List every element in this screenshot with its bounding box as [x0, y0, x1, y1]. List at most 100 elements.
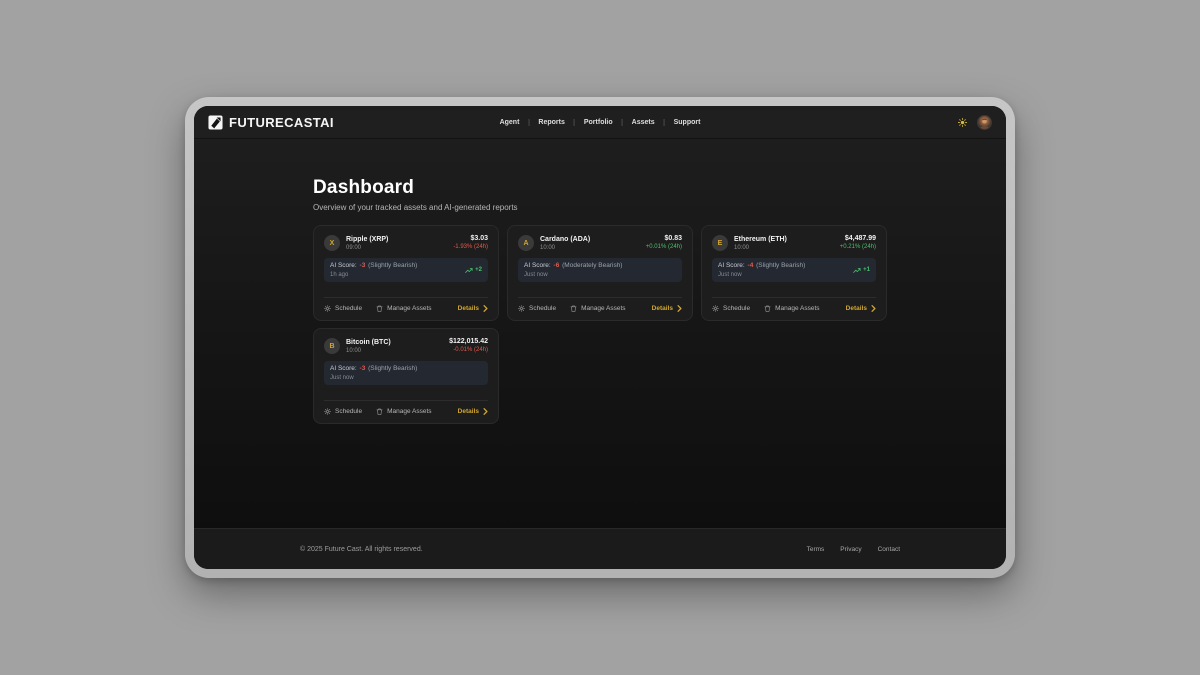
- asset-change: +0.21% (24h): [840, 244, 876, 250]
- manage-assets-button[interactable]: Manage Assets: [376, 408, 431, 415]
- gear-icon: [712, 305, 719, 312]
- browser-window: FUTURECASTAI Agent Reports Portfolio Ass…: [185, 97, 1015, 578]
- ai-score-panel: AI Score: -4 (Slightly Bearish) Just now: [712, 258, 876, 282]
- asset-card-ripple: X Ripple (XRP) 09:00 $3.03 -1.93% (24h): [313, 225, 499, 321]
- asset-name: Bitcoin (BTC): [346, 339, 391, 346]
- asset-card-ethereum: E Ethereum (ETH) 10:00 $4,487.99 +0.21% …: [701, 225, 887, 321]
- trend-delta: +2: [475, 267, 482, 273]
- ai-score-sentiment: (Slightly Bearish): [368, 365, 417, 372]
- card-actions: Schedule Manage Assets: [324, 400, 488, 415]
- ai-score-value: -3: [360, 365, 366, 372]
- main-content: Dashboard Overview of your tracked asset…: [194, 139, 1006, 528]
- ai-score-value: -3: [360, 262, 366, 269]
- ai-score-panel: AI Score: -6 (Moderately Bearish) Just n…: [518, 258, 682, 282]
- gear-icon: [518, 305, 525, 312]
- asset-time: 10:00: [540, 245, 590, 251]
- manage-assets-button[interactable]: Manage Assets: [764, 305, 819, 312]
- user-avatar[interactable]: [977, 115, 992, 130]
- asset-price: $3.03: [453, 235, 488, 242]
- nav-item-agent[interactable]: Agent: [491, 119, 529, 126]
- schedule-button[interactable]: Schedule: [712, 305, 750, 312]
- asset-time: 10:00: [346, 348, 391, 354]
- app-header: FUTURECASTAI Agent Reports Portfolio Ass…: [194, 106, 1006, 139]
- app-footer: © 2025 Future Cast. All rights reserved.…: [194, 528, 1006, 569]
- asset-change: -1.93% (24h): [453, 244, 488, 250]
- trend-badge: +2: [465, 267, 482, 274]
- gear-icon: [324, 305, 331, 312]
- trend-badge: +1: [853, 267, 870, 274]
- asset-letter-badge: X: [324, 235, 340, 251]
- gear-icon: [324, 408, 331, 415]
- ai-score-sentiment: (Moderately Bearish): [562, 262, 622, 269]
- theme-toggle-button[interactable]: [958, 118, 967, 127]
- nav-item-reports[interactable]: Reports: [528, 119, 573, 126]
- ai-score-panel: AI Score: -3 (Slightly Bearish) 1h ago: [324, 258, 488, 282]
- asset-name: Ethereum (ETH): [734, 236, 787, 243]
- asset-letter-badge: E: [712, 235, 728, 251]
- chevron-right-icon: [871, 305, 876, 312]
- chevron-right-icon: [483, 408, 488, 415]
- schedule-button[interactable]: Schedule: [324, 305, 362, 312]
- schedule-button[interactable]: Schedule: [324, 408, 362, 415]
- ai-score-updated: Just now: [524, 272, 622, 278]
- footer-link-privacy[interactable]: Privacy: [840, 546, 861, 553]
- card-actions: Schedule Manage Assets: [324, 297, 488, 312]
- trash-icon: [570, 305, 577, 312]
- asset-price: $122,015.42: [449, 338, 488, 345]
- asset-name: Ripple (XRP): [346, 236, 388, 243]
- details-button[interactable]: Details: [846, 305, 876, 312]
- trending-up-icon: [853, 267, 861, 274]
- asset-change: +0.01% (24h): [646, 244, 682, 250]
- footer-link-contact[interactable]: Contact: [878, 546, 900, 553]
- asset-letter-badge: A: [518, 235, 534, 251]
- main-nav: Agent Reports Portfolio Assets Support: [491, 119, 710, 126]
- header-right: [958, 115, 992, 130]
- details-button[interactable]: Details: [458, 408, 488, 415]
- manage-assets-button[interactable]: Manage Assets: [570, 305, 625, 312]
- page-subtitle: Overview of your tracked assets and AI-g…: [313, 203, 887, 212]
- ai-score-label: AI Score:: [718, 262, 745, 269]
- brand-logo[interactable]: FUTURECASTAI: [208, 115, 334, 130]
- asset-card-cardano: A Cardano (ADA) 10:00 $0.83 +0.01% (24h): [507, 225, 693, 321]
- chevron-right-icon: [677, 305, 682, 312]
- ai-score-sentiment: (Slightly Bearish): [756, 262, 805, 269]
- copyright-text: © 2025 Future Cast. All rights reserved.: [300, 546, 423, 553]
- card-actions: Schedule Manage Assets: [712, 297, 876, 312]
- asset-letter-badge: B: [324, 338, 340, 354]
- brand-logo-text: FUTURECASTAI: [229, 115, 334, 130]
- schedule-button[interactable]: Schedule: [518, 305, 556, 312]
- trash-icon: [376, 408, 383, 415]
- footer-link-terms[interactable]: Terms: [807, 546, 825, 553]
- asset-card-grid: X Ripple (XRP) 09:00 $3.03 -1.93% (24h): [313, 225, 887, 424]
- trend-delta: +1: [863, 267, 870, 273]
- ai-score-updated: 1h ago: [330, 272, 417, 278]
- trash-icon: [764, 305, 771, 312]
- footer-links: Terms Privacy Contact: [807, 546, 900, 553]
- ai-score-updated: Just now: [330, 375, 417, 381]
- ai-score-label: AI Score:: [330, 262, 357, 269]
- ai-score-label: AI Score:: [330, 365, 357, 372]
- details-button[interactable]: Details: [458, 305, 488, 312]
- nav-item-portfolio[interactable]: Portfolio: [574, 119, 622, 126]
- ai-score-updated: Just now: [718, 272, 805, 278]
- asset-time: 10:00: [734, 245, 787, 251]
- asset-price: $4,487.99: [840, 235, 876, 242]
- trending-up-icon: [465, 267, 473, 274]
- page-title: Dashboard: [313, 177, 887, 199]
- asset-time: 09:00: [346, 245, 388, 251]
- nav-item-support[interactable]: Support: [664, 119, 710, 126]
- manage-assets-button[interactable]: Manage Assets: [376, 305, 431, 312]
- avatar-person-icon: [978, 116, 991, 129]
- details-button[interactable]: Details: [652, 305, 682, 312]
- brand-logo-icon: [208, 115, 223, 130]
- nav-item-assets[interactable]: Assets: [622, 119, 664, 126]
- card-actions: Schedule Manage Assets: [518, 297, 682, 312]
- app-root: FUTURECASTAI Agent Reports Portfolio Ass…: [194, 106, 1006, 569]
- ai-score-value: -4: [748, 262, 754, 269]
- asset-name: Cardano (ADA): [540, 236, 590, 243]
- ai-score-panel: AI Score: -3 (Slightly Bearish) Just now: [324, 361, 488, 385]
- ai-score-value: -6: [554, 262, 560, 269]
- trash-icon: [376, 305, 383, 312]
- ai-score-label: AI Score:: [524, 262, 551, 269]
- ai-score-sentiment: (Slightly Bearish): [368, 262, 417, 269]
